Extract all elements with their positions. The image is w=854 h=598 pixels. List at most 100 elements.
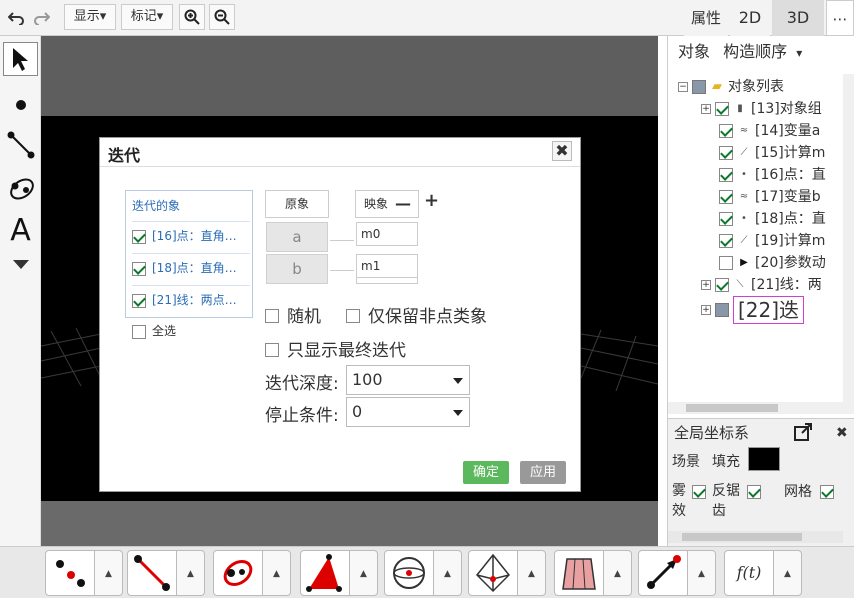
keep-nonpoint-checkbox[interactable] [346, 309, 360, 323]
remove-mapping-button[interactable]: — [395, 194, 411, 213]
iteration-object-checkbox[interactable] [132, 229, 146, 244]
polygon-tools-dropdown[interactable]: ▲ [350, 550, 378, 596]
show-final-option[interactable]: 只显示最终迭代 [265, 336, 406, 361]
point-tools-dropdown[interactable]: ▲ [95, 550, 123, 596]
image-cell-m0[interactable]: m0 [356, 222, 418, 246]
move-tool-icon[interactable] [3, 42, 38, 76]
polygon-tools-icon[interactable] [300, 550, 350, 596]
grid-checkbox[interactable] [820, 485, 834, 499]
antialias-checkbox[interactable] [747, 485, 761, 499]
circle-tools-dropdown[interactable]: ▲ [263, 550, 291, 596]
image-cell-m1[interactable]: m1 [356, 254, 418, 278]
source-cell-b[interactable]: b [266, 254, 328, 284]
conic-tool-icon[interactable] [3, 172, 38, 206]
tree-checkbox[interactable] [719, 234, 733, 248]
properties-tab[interactable]: 属性 [684, 0, 728, 36]
tab-construction-order[interactable]: 构造顺序 [723, 42, 787, 61]
show-final-checkbox[interactable] [265, 343, 279, 357]
sphere-tools-dropdown[interactable]: ▲ [434, 550, 462, 596]
view-2d-tab[interactable]: 2D [730, 0, 770, 36]
iteration-object-checkbox[interactable] [132, 293, 146, 308]
more-tools-icon[interactable] [3, 252, 38, 286]
depth-select[interactable]: 100 [346, 365, 470, 395]
scroll-thumb[interactable] [682, 533, 802, 541]
tree-checkbox[interactable] [715, 278, 729, 292]
function-tools-dropdown[interactable]: ▲ [774, 550, 802, 596]
apply-button[interactable]: 应用 [520, 461, 566, 484]
tree-checkbox[interactable] [692, 80, 706, 94]
random-option[interactable]: 随机 [265, 302, 321, 327]
point-tool-icon[interactable] [3, 88, 38, 122]
scroll-thumb[interactable] [686, 404, 778, 412]
tree-item-13[interactable]: + ▮ [13]对象组 [701, 98, 822, 120]
stop-condition-select[interactable]: 0 [346, 397, 470, 427]
point-tools-icon[interactable] [45, 550, 95, 596]
iteration-object-item[interactable]: [16]点：直角… [132, 221, 250, 249]
tree-horizontal-scrollbar[interactable] [668, 402, 843, 414]
label-menu[interactable]: 标记▾ [121, 4, 173, 30]
random-checkbox[interactable] [265, 309, 279, 323]
vector-tools-icon[interactable] [638, 550, 688, 596]
tree-item-17[interactable]: ≈ [17]变量b [719, 186, 821, 208]
tree-item-20[interactable]: ▶ [20]参数动 [719, 252, 826, 274]
tree-item-22[interactable]: + [22]迭 [701, 296, 805, 324]
tree-checkbox[interactable] [719, 146, 733, 160]
tree-checkbox[interactable] [719, 212, 733, 226]
add-mapping-button[interactable]: + [424, 190, 439, 211]
sphere-tools-icon[interactable] [384, 550, 434, 596]
select-all[interactable]: 全选 [132, 322, 176, 339]
dialog-close-button[interactable]: ✖ [552, 141, 572, 161]
tree-item-root[interactable]: − ▰ 对象列表 [678, 76, 784, 98]
tree-checkbox[interactable] [719, 256, 733, 270]
tree-vertical-scrollbar[interactable] [843, 74, 854, 414]
select-all-checkbox[interactable] [132, 324, 146, 339]
tree-item-16[interactable]: • [16]点：直 [719, 164, 826, 186]
collapse-icon[interactable]: − [678, 82, 688, 92]
vector-tools-dropdown[interactable]: ▲ [688, 550, 716, 596]
tree-checkbox[interactable] [719, 190, 733, 204]
solid-tools-icon[interactable] [468, 550, 518, 596]
close-icon[interactable]: ✖ [836, 425, 848, 441]
source-cell-a[interactable]: a [266, 222, 328, 252]
iteration-object-item[interactable]: [21]线：两点… [132, 285, 250, 313]
tree-item-21[interactable]: + ⟍ [21]线：两 [701, 274, 822, 296]
segment-tool-icon[interactable] [3, 128, 38, 162]
iteration-object-item[interactable]: [18]点：直角… [132, 253, 250, 281]
line-tools-dropdown[interactable]: ▲ [177, 550, 205, 596]
tree-checkbox[interactable] [715, 102, 729, 116]
zoom-in-icon[interactable] [179, 4, 205, 30]
view-3d-tab[interactable]: 3D [772, 0, 824, 36]
expand-icon[interactable]: + [701, 305, 711, 315]
function-tools-icon[interactable]: f(t) [724, 550, 774, 596]
more-icon[interactable]: ⋯ [826, 0, 854, 36]
tree-item-15[interactable]: ⟋ [15]计算m [719, 142, 825, 164]
tab-objects[interactable]: 对象 [678, 42, 710, 61]
text-tool-icon[interactable]: A [3, 214, 38, 248]
prism-tools-dropdown[interactable]: ▲ [604, 550, 632, 596]
expand-icon[interactable]: + [701, 104, 711, 114]
tree-label-editing[interactable]: [22]迭 [733, 296, 805, 324]
coord-scrollbar[interactable] [668, 531, 843, 543]
chevron-down-icon[interactable]: ▾ [796, 46, 802, 60]
tree-item-14[interactable]: ≈ [14]变量a [719, 120, 820, 142]
display-menu[interactable]: 显示▾ [64, 4, 116, 30]
circle-tools-icon[interactable] [213, 550, 263, 596]
tree-checkbox[interactable] [715, 303, 729, 317]
line-tools-icon[interactable] [127, 550, 177, 596]
expand-icon[interactable]: + [701, 280, 711, 290]
keep-nonpoint-option[interactable]: 仅保留非点类象 [346, 302, 487, 327]
fog-checkbox[interactable] [692, 485, 706, 499]
tree-checkbox[interactable] [719, 124, 733, 138]
prism-tools-icon[interactable] [554, 550, 604, 596]
undo-icon[interactable] [6, 4, 26, 30]
tree-item-19[interactable]: ⟋ [19]计算m [719, 230, 825, 252]
popout-icon[interactable] [794, 423, 812, 445]
iteration-object-checkbox[interactable] [132, 261, 146, 276]
redo-icon[interactable] [32, 4, 52, 30]
solid-tools-dropdown[interactable]: ▲ [518, 550, 546, 596]
zoom-out-icon[interactable] [209, 4, 235, 30]
tree-item-18[interactable]: • [18]点：直 [719, 208, 826, 230]
fill-color-swatch[interactable] [748, 447, 780, 471]
tree-checkbox[interactable] [719, 168, 733, 182]
ok-button[interactable]: 确定 [463, 461, 509, 484]
